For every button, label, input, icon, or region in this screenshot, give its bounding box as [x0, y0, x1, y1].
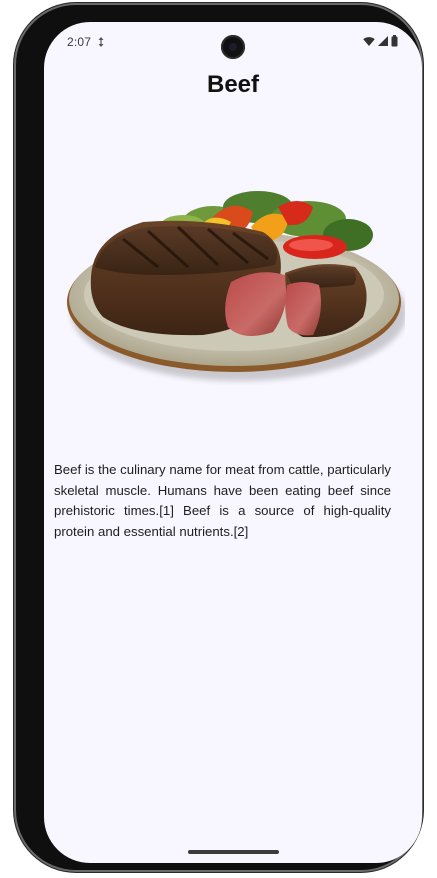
home-indicator[interactable]	[188, 850, 279, 854]
wifi-icon	[363, 36, 375, 46]
beef-steak-plate-image	[67, 191, 405, 381]
status-bar: 2:07	[44, 22, 422, 62]
battery-icon	[391, 35, 398, 47]
app-screen: 2:07 Beef Beef is the culinary name for …	[44, 22, 422, 863]
cellular-signal-icon	[378, 35, 388, 46]
beef-description: Beef is the culinary name for meat from …	[54, 462, 391, 539]
data-sync-icon	[98, 37, 104, 47]
status-icons	[363, 35, 398, 47]
page-title: Beef	[206, 71, 260, 98]
phone-frame: 2:07 Beef Beef is the culinary name for …	[14, 3, 423, 872]
status-time: 2:07	[67, 35, 92, 49]
front-camera	[221, 35, 245, 59]
